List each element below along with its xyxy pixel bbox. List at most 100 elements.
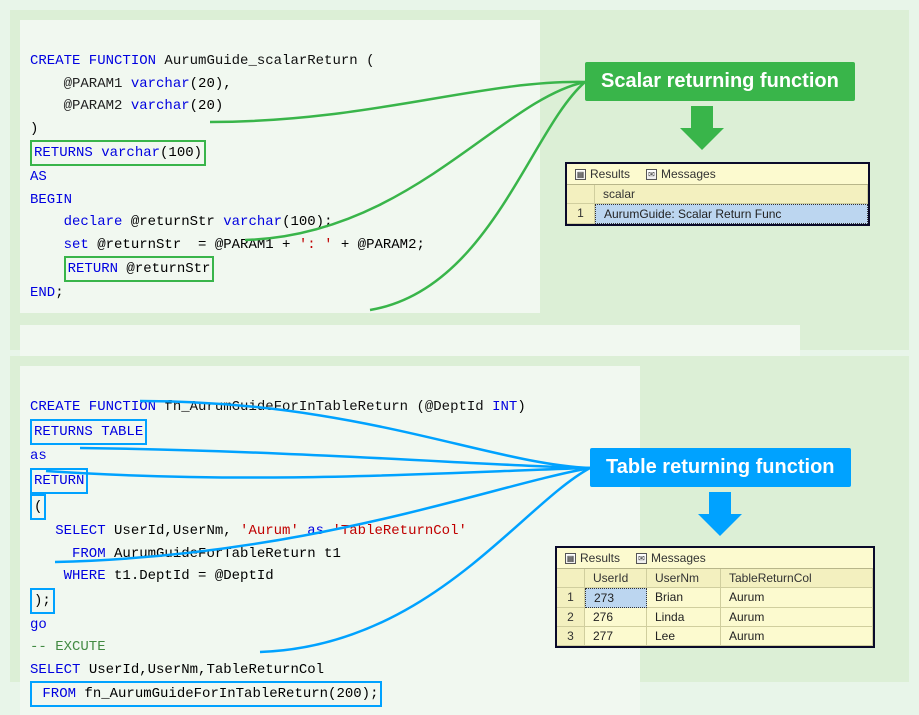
declare-size: (100); [282,214,332,230]
col-userid: UserId [585,569,647,588]
kw-create-function: CREATE FUNCTION [30,53,156,69]
corner2 [557,569,585,588]
from-highlight: FROM fn_AurumGuideForInTableReturn(200); [30,681,382,707]
close-paren: ) [30,121,38,137]
kw-where: WHERE [30,568,106,584]
rownum-2: 2 [557,608,585,627]
results-tab-label: Results [590,167,630,181]
kw-declare: declare [30,214,122,230]
messages-tab-label2: Messages [651,551,706,565]
messages-tab[interactable]: ✉ Messages [638,164,724,184]
scalar-panel: CREATE FUNCTION AurumGuide_scalarReturn … [10,10,909,350]
returns-table-highlight: RETURNS TABLE [30,419,147,445]
param1-decl: @PARAM1 [30,76,131,92]
cell-3-userid[interactable]: 277 [585,627,647,646]
table-panel: CREATE FUNCTION fn_AurumGuideForInTableR… [10,356,909,682]
select-cols: UserId,UserNm, [106,523,240,539]
param2-size: (20) [190,98,224,114]
param1-size: (20), [190,76,232,92]
close-paren-highlight: ); [30,588,55,614]
set-str: ': ' [299,237,333,253]
from-call: fn_AurumGuideForInTableReturn(200); [76,686,378,702]
cell-2-usernm[interactable]: Linda [647,608,721,627]
select-cols2: UserId,UserNm,TableReturnCol [80,662,324,678]
select-str: 'Aurum' [240,523,299,539]
kw-end: END [30,285,55,301]
scalar-arrow-down-icon [680,106,724,150]
fn-close: ) [517,399,525,415]
param2-type: varchar [131,98,190,114]
set-body: @returnStr = @PARAM1 + [89,237,299,253]
kw-int: INT [492,399,517,415]
col-tablereturn: TableReturnCol [721,569,873,588]
declare-var: @returnStr [122,214,223,230]
cell-2-col[interactable]: Aurum [721,608,873,627]
table-results-grid: ▦ Results ✉ Messages UserId UserNm TableRe… [555,546,875,648]
kw-begin: BEGIN [30,192,72,208]
return-highlight2: RETURN [30,468,88,494]
table-title-label: Table returning function [590,448,851,487]
scalar-fn-name: AurumGuide_scalarReturn ( [156,53,374,69]
scalar-results-grid: ▦ Results ✉ Messages scalar 1 AurumGuide: … [565,162,870,226]
messages-tab2[interactable]: ✉ Messages [628,548,714,568]
row-corner [567,185,595,204]
col-header: scalar [595,185,868,204]
set-body2: + @PARAM2; [332,237,424,253]
results-tab-label2: Results [580,551,620,565]
return-var: @returnStr [118,261,210,277]
param1-type: varchar [131,76,190,92]
cell-1-col[interactable]: Aurum [721,588,873,608]
kw-from: FROM [30,546,106,562]
results-tab[interactable]: ▦ Results [567,164,638,184]
grid-icon: ▦ [575,169,586,180]
kw-return2: RETURN [34,473,84,489]
kw-as3: as [299,523,333,539]
table-arrow-down-icon [698,492,742,536]
results-tab2[interactable]: ▦ Results [557,548,628,568]
kw-create-function2: CREATE FUNCTION [30,399,156,415]
where-cond: t1.DeptId = @DeptId [106,568,274,584]
open-paren: ( [34,499,42,515]
returns-highlight: RETURNS varchar(100) [30,140,206,166]
from-table: AurumGuideForTableReturn t1 [106,546,341,562]
return-highlight: RETURN @returnStr [64,256,215,282]
exec-comment2: -- EXCUTE [30,639,106,655]
kw-return: RETURN [68,261,118,277]
param2-decl: @PARAM2 [30,98,131,114]
kw-select3: SELECT [30,662,80,678]
rownum-1: 1 [557,588,585,608]
cell-value[interactable]: AurumGuide: Scalar Return Func [595,204,868,224]
table-code-block: CREATE FUNCTION fn_AurumGuideForInTableR… [20,366,640,715]
kw-select2: SELECT [30,523,106,539]
kw-from2: FROM [34,686,76,702]
col-usernm: UserNm [647,569,721,588]
cell-3-col[interactable]: Aurum [721,627,873,646]
scalar-code-block: CREATE FUNCTION AurumGuide_scalarReturn … [20,20,540,313]
results-tabs2: ▦ Results ✉ Messages [557,548,873,569]
scalar-title-label: Scalar returning function [585,62,855,101]
returns-type: varchar [93,145,160,161]
open-paren-highlight: ( [30,494,46,520]
kw-returns-table: RETURNS TABLE [34,424,143,440]
kw-go: go [30,617,47,633]
table-fn-name: fn_AurumGuideForInTableReturn (@DeptId [156,399,492,415]
row-num: 1 [567,204,595,224]
cell-3-usernm[interactable]: Lee [647,627,721,646]
kw-as2: as [30,448,47,464]
kw-as: AS [30,169,47,185]
grid-icon2: ▦ [565,553,576,564]
messages-tab-label: Messages [661,167,716,181]
end-semi: ; [55,285,63,301]
cell-1-userid[interactable]: 273 [585,588,647,608]
cell-1-usernm[interactable]: Brian [647,588,721,608]
rownum-3: 3 [557,627,585,646]
kw-set: set [30,237,89,253]
messages-icon2: ✉ [636,553,647,564]
results-tabs: ▦ Results ✉ Messages [567,164,868,185]
select-alias: 'TableReturnCol' [332,523,466,539]
close-paren2: ); [34,593,51,609]
kw-returns: RETURNS [34,145,93,161]
cell-2-userid[interactable]: 276 [585,608,647,627]
returns-size: (100) [160,145,202,161]
messages-icon: ✉ [646,169,657,180]
